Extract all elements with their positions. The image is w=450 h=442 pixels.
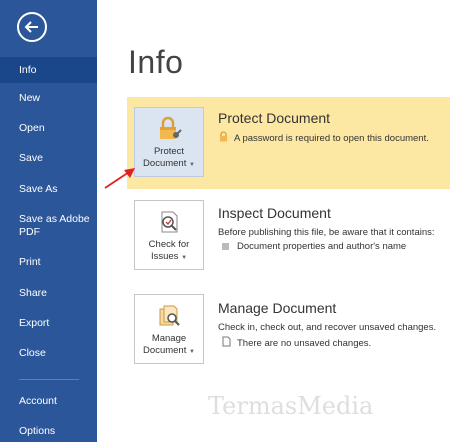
nav-item-info[interactable]: Info: [0, 57, 97, 83]
nav-label: Share: [19, 287, 48, 299]
red-arrow-annotation: [104, 168, 135, 189]
protect-button-label: Protect Document ▼: [143, 146, 195, 169]
nav-item-new[interactable]: New: [0, 92, 97, 105]
nav-label: Close: [19, 347, 46, 359]
nav-label: Account: [19, 395, 57, 407]
bullet-icon: [222, 243, 229, 250]
nav-label: Info: [19, 64, 37, 76]
dropdown-caret-icon: ▼: [189, 162, 195, 168]
inspect-document-bullet: Document properties and author's name: [222, 240, 406, 253]
manage-document-icon: [159, 305, 180, 326]
protect-document-button[interactable]: Protect Document ▼: [134, 107, 204, 177]
nav-label: Save As: [19, 183, 58, 195]
back-arrow-icon: [24, 21, 38, 33]
nav-item-print[interactable]: Print: [0, 256, 97, 269]
nav-label: Save: [19, 152, 43, 164]
nav-item-options[interactable]: Options: [0, 425, 97, 438]
inspect-document-desc: Before publishing this file, be aware th…: [218, 227, 435, 238]
protect-document-title: Protect Document: [218, 110, 331, 126]
manage-document-title: Manage Document: [218, 300, 337, 316]
lock-icon: [220, 131, 227, 142]
watermark-text: TermasMedia: [208, 392, 374, 420]
nav-label: Options: [19, 425, 56, 437]
manage-document-button[interactable]: Manage Document ▼: [134, 294, 204, 364]
nav-item-save-as[interactable]: Save As: [0, 183, 97, 196]
nav-item-save[interactable]: Save: [0, 152, 97, 165]
inspect-document-icon: [161, 211, 178, 233]
lock-key-icon: [160, 116, 182, 139]
nav-item-save-as-pdf[interactable]: Save as Adobe PDF: [0, 213, 97, 239]
nav-label: Print: [19, 256, 41, 268]
page-title: Info: [128, 44, 184, 80]
protect-document-desc: A password is required to open this docu…: [218, 131, 429, 145]
nav-label: Export: [19, 317, 50, 329]
nav-item-account[interactable]: Account: [0, 395, 97, 408]
back-button[interactable]: [17, 12, 47, 42]
check-for-issues-button[interactable]: Check for Issues ▼: [134, 200, 204, 270]
nav-divider: [19, 379, 79, 380]
manage-document-bullet: There are no unsaved changes.: [222, 336, 371, 350]
dropdown-caret-icon: ▼: [189, 349, 195, 355]
inspect-button-label: Check for Issues ▼: [148, 239, 190, 262]
dropdown-caret-icon: ▼: [181, 255, 188, 261]
manage-document-desc: Check in, check out, and recover unsaved…: [218, 322, 437, 333]
nav-label: Save as Adobe PDF: [19, 213, 90, 238]
nav-label: New: [19, 92, 41, 104]
inspect-document-title: Inspect Document: [218, 205, 331, 221]
nav-item-share[interactable]: Share: [0, 287, 97, 300]
document-icon: [222, 336, 231, 347]
nav-item-export[interactable]: Export: [0, 317, 97, 330]
nav-label: Open: [19, 122, 45, 134]
backstage-sidebar: Info New Open Save Save As Save as Adobe…: [0, 0, 97, 442]
nav-item-close[interactable]: Close: [0, 347, 97, 360]
nav-item-open[interactable]: Open: [0, 122, 97, 135]
manage-button-label: Manage Document ▼: [143, 333, 195, 356]
